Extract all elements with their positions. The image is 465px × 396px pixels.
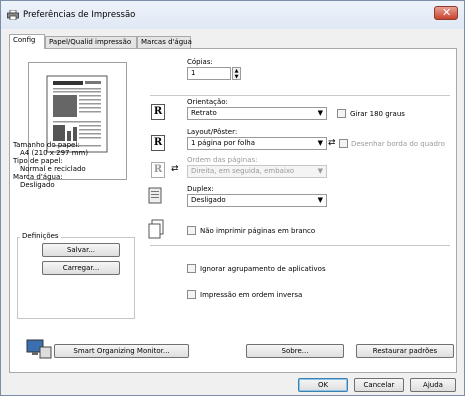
cancel-button[interactable]: Cancelar — [354, 378, 404, 392]
skip-blank-pages-checkbox[interactable] — [187, 226, 196, 235]
paper-type-label: Tipo de papel: — [13, 157, 63, 165]
save-button[interactable]: Salvar... — [42, 243, 120, 257]
close-button[interactable]: ✕ — [434, 6, 458, 20]
page-order-select[interactable]: Direita, em seguida, embaixo ▼ — [187, 165, 327, 178]
separator — [150, 245, 450, 246]
watermark-value: Desligado — [20, 181, 55, 189]
ignore-collate-checkbox[interactable] — [187, 264, 196, 273]
smart-organizing-monitor-button[interactable]: Smart Organizing Monitor... — [54, 344, 189, 358]
layout-label: Layout/Pôster: — [187, 128, 238, 136]
draw-border-checkbox[interactable] — [339, 139, 348, 148]
duplex-icon — [148, 187, 162, 204]
about-button[interactable]: Sobre... — [246, 344, 344, 358]
duplex-value: Desligado — [191, 196, 226, 204]
blank-pages-icon — [148, 219, 164, 239]
copies-spinner[interactable]: ▲ ▼ — [232, 67, 241, 80]
layout-info-icon: ⇄ — [328, 138, 336, 148]
paper-size-value: A4 (210 x 297 mm) — [20, 149, 89, 157]
tab-paper-quality[interactable]: Papel/Qualid impressão — [45, 36, 137, 48]
window-title: Preferências de Impressão — [23, 10, 136, 20]
restore-defaults-button[interactable]: Restaurar padrões — [356, 344, 454, 358]
orientation-label: Orientação: — [187, 98, 228, 106]
page-order-value: Direita, em seguida, embaixo — [191, 167, 295, 175]
skip-blank-pages-label: Não imprimir páginas em branco — [200, 227, 316, 235]
print-preferences-window: Preferências de Impressão ✕ Config Papel… — [0, 0, 465, 396]
tab-watermarks[interactable]: Marcas d'água — [137, 36, 192, 48]
reverse-order-label: Impressão em ordem inversa — [200, 291, 303, 299]
smart-monitor-icon — [26, 339, 52, 359]
duplex-select[interactable]: Desligado ▼ — [187, 194, 327, 207]
load-button[interactable]: Carregar... — [42, 261, 120, 275]
title-bar: Preferências de Impressão ✕ — [1, 1, 464, 29]
draw-border-label: Desenhar borda do quadro — [351, 140, 445, 148]
layout-value: 1 página por folha — [191, 139, 255, 147]
help-button[interactable]: Ajuda — [410, 378, 456, 392]
copies-input[interactable]: 1 — [187, 67, 231, 80]
rotate-180-label: Girar 180 graus — [350, 110, 405, 118]
rotate-180-checkbox[interactable] — [337, 109, 346, 118]
page-order-info-icon: ⇄ — [171, 164, 179, 174]
chevron-down-icon: ▼ — [317, 139, 323, 147]
copies-label: Cópias: — [187, 58, 213, 66]
page-order-label: Ordem das páginas: — [187, 156, 258, 164]
config-panel: Tamanho do papel: A4 (210 x 297 mm) Tipo… — [9, 48, 457, 373]
orientation-select[interactable]: Retrato ▼ — [187, 107, 327, 120]
paper-type-value: Normal e reciclado — [20, 165, 86, 173]
orientation-value: Retrato — [191, 109, 217, 117]
chevron-down-icon: ▼ — [317, 109, 323, 117]
tab-config[interactable]: Config — [9, 34, 45, 49]
orientation-icon: R — [151, 104, 165, 120]
ignore-collate-label: Ignorar agrupamento de aplicativos — [200, 265, 326, 273]
layout-select[interactable]: 1 página por folha ▼ — [187, 137, 327, 150]
page-order-icon: R — [151, 162, 165, 178]
printer-icon — [7, 10, 19, 20]
layout-icon: R — [151, 135, 165, 151]
separator — [150, 95, 450, 96]
watermark-label: Marca d'água: — [13, 173, 63, 181]
reverse-order-checkbox[interactable] — [187, 290, 196, 299]
ok-button[interactable]: OK — [298, 378, 348, 392]
chevron-down-icon: ▼ — [317, 167, 323, 175]
duplex-label: Duplex: — [187, 185, 214, 193]
spin-down-icon[interactable]: ▼ — [233, 74, 240, 80]
chevron-down-icon: ▼ — [317, 196, 323, 204]
close-icon: ✕ — [442, 6, 452, 19]
paper-size-label: Tamanho do papel: — [13, 141, 80, 149]
definitions-group-label: Definições — [20, 232, 61, 240]
